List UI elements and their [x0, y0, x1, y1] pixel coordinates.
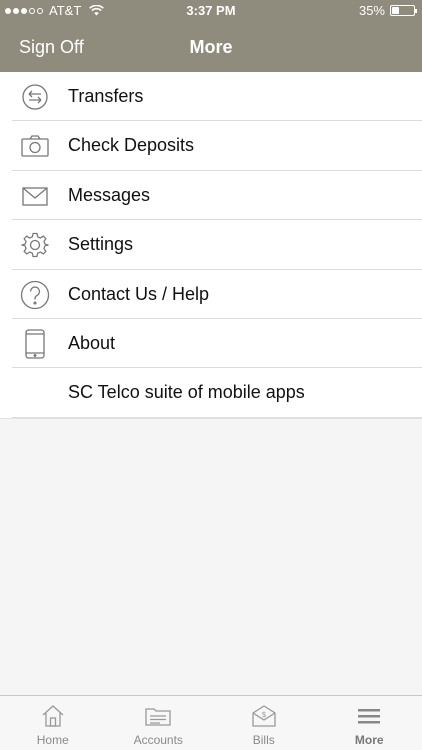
camera-icon [19, 132, 51, 160]
accounts-icon [144, 704, 172, 728]
tab-label: Bills [252, 733, 275, 747]
menu-item-sc-telco-apps[interactable]: SC Telco suite of mobile apps [0, 368, 422, 419]
menu-item-check-deposits[interactable]: Check Deposits [0, 121, 422, 172]
menu-divider [0, 417, 422, 419]
menu-icon [355, 704, 383, 728]
tab-label: More [354, 733, 384, 747]
page-title: More [189, 37, 233, 57]
menu-item-contact-help[interactable]: Contact Us / Help [0, 270, 422, 320]
menu-item-label: Settings [68, 234, 134, 255]
menu-item-label: SC Telco suite of mobile apps [68, 382, 305, 403]
menu-item-label: Check Deposits [68, 135, 195, 156]
tab-label: Home [36, 733, 69, 747]
menu-item-label: Contact Us / Help [68, 283, 210, 304]
question-icon [19, 280, 51, 309]
home-icon [39, 704, 67, 728]
tab-bills[interactable]: $ Bills [211, 696, 317, 750]
envelope-icon [19, 182, 51, 210]
menu-item-messages[interactable]: Messages [0, 171, 422, 221]
bills-icon: $ [250, 704, 278, 728]
tab-more[interactable]: More [317, 696, 422, 750]
battery-fill [392, 7, 400, 14]
svg-text:$: $ [261, 710, 266, 719]
menu-item-label: Transfers [68, 86, 144, 106]
nav-bar: Sign Off More [0, 22, 422, 72]
phone-icon [19, 329, 51, 359]
tab-bar: Home Accounts $ Bills More [0, 695, 422, 750]
menu-item-label: About [68, 332, 116, 353]
transfer-icon [19, 83, 51, 111]
battery-percent: 35% [358, 3, 385, 18]
tab-label: Accounts [133, 733, 183, 747]
status-right: 35% [358, 3, 417, 18]
menu-item-label: Messages [68, 184, 151, 205]
tab-home[interactable]: Home [0, 696, 106, 750]
menu-item-settings[interactable]: Settings [0, 220, 422, 270]
menu-item-transfers[interactable]: Transfers [0, 72, 422, 122]
header: AT&T 3:37 PM 35% Sign Off More [0, 0, 422, 72]
tab-accounts[interactable]: Accounts [106, 696, 212, 750]
more-menu: Transfers Check Deposits Messages Settin… [0, 72, 422, 419]
gear-icon [19, 231, 51, 259]
status-bar: AT&T 3:37 PM 35% [0, 0, 422, 22]
battery-icon [390, 5, 417, 16]
menu-item-about[interactable]: About [0, 319, 422, 369]
